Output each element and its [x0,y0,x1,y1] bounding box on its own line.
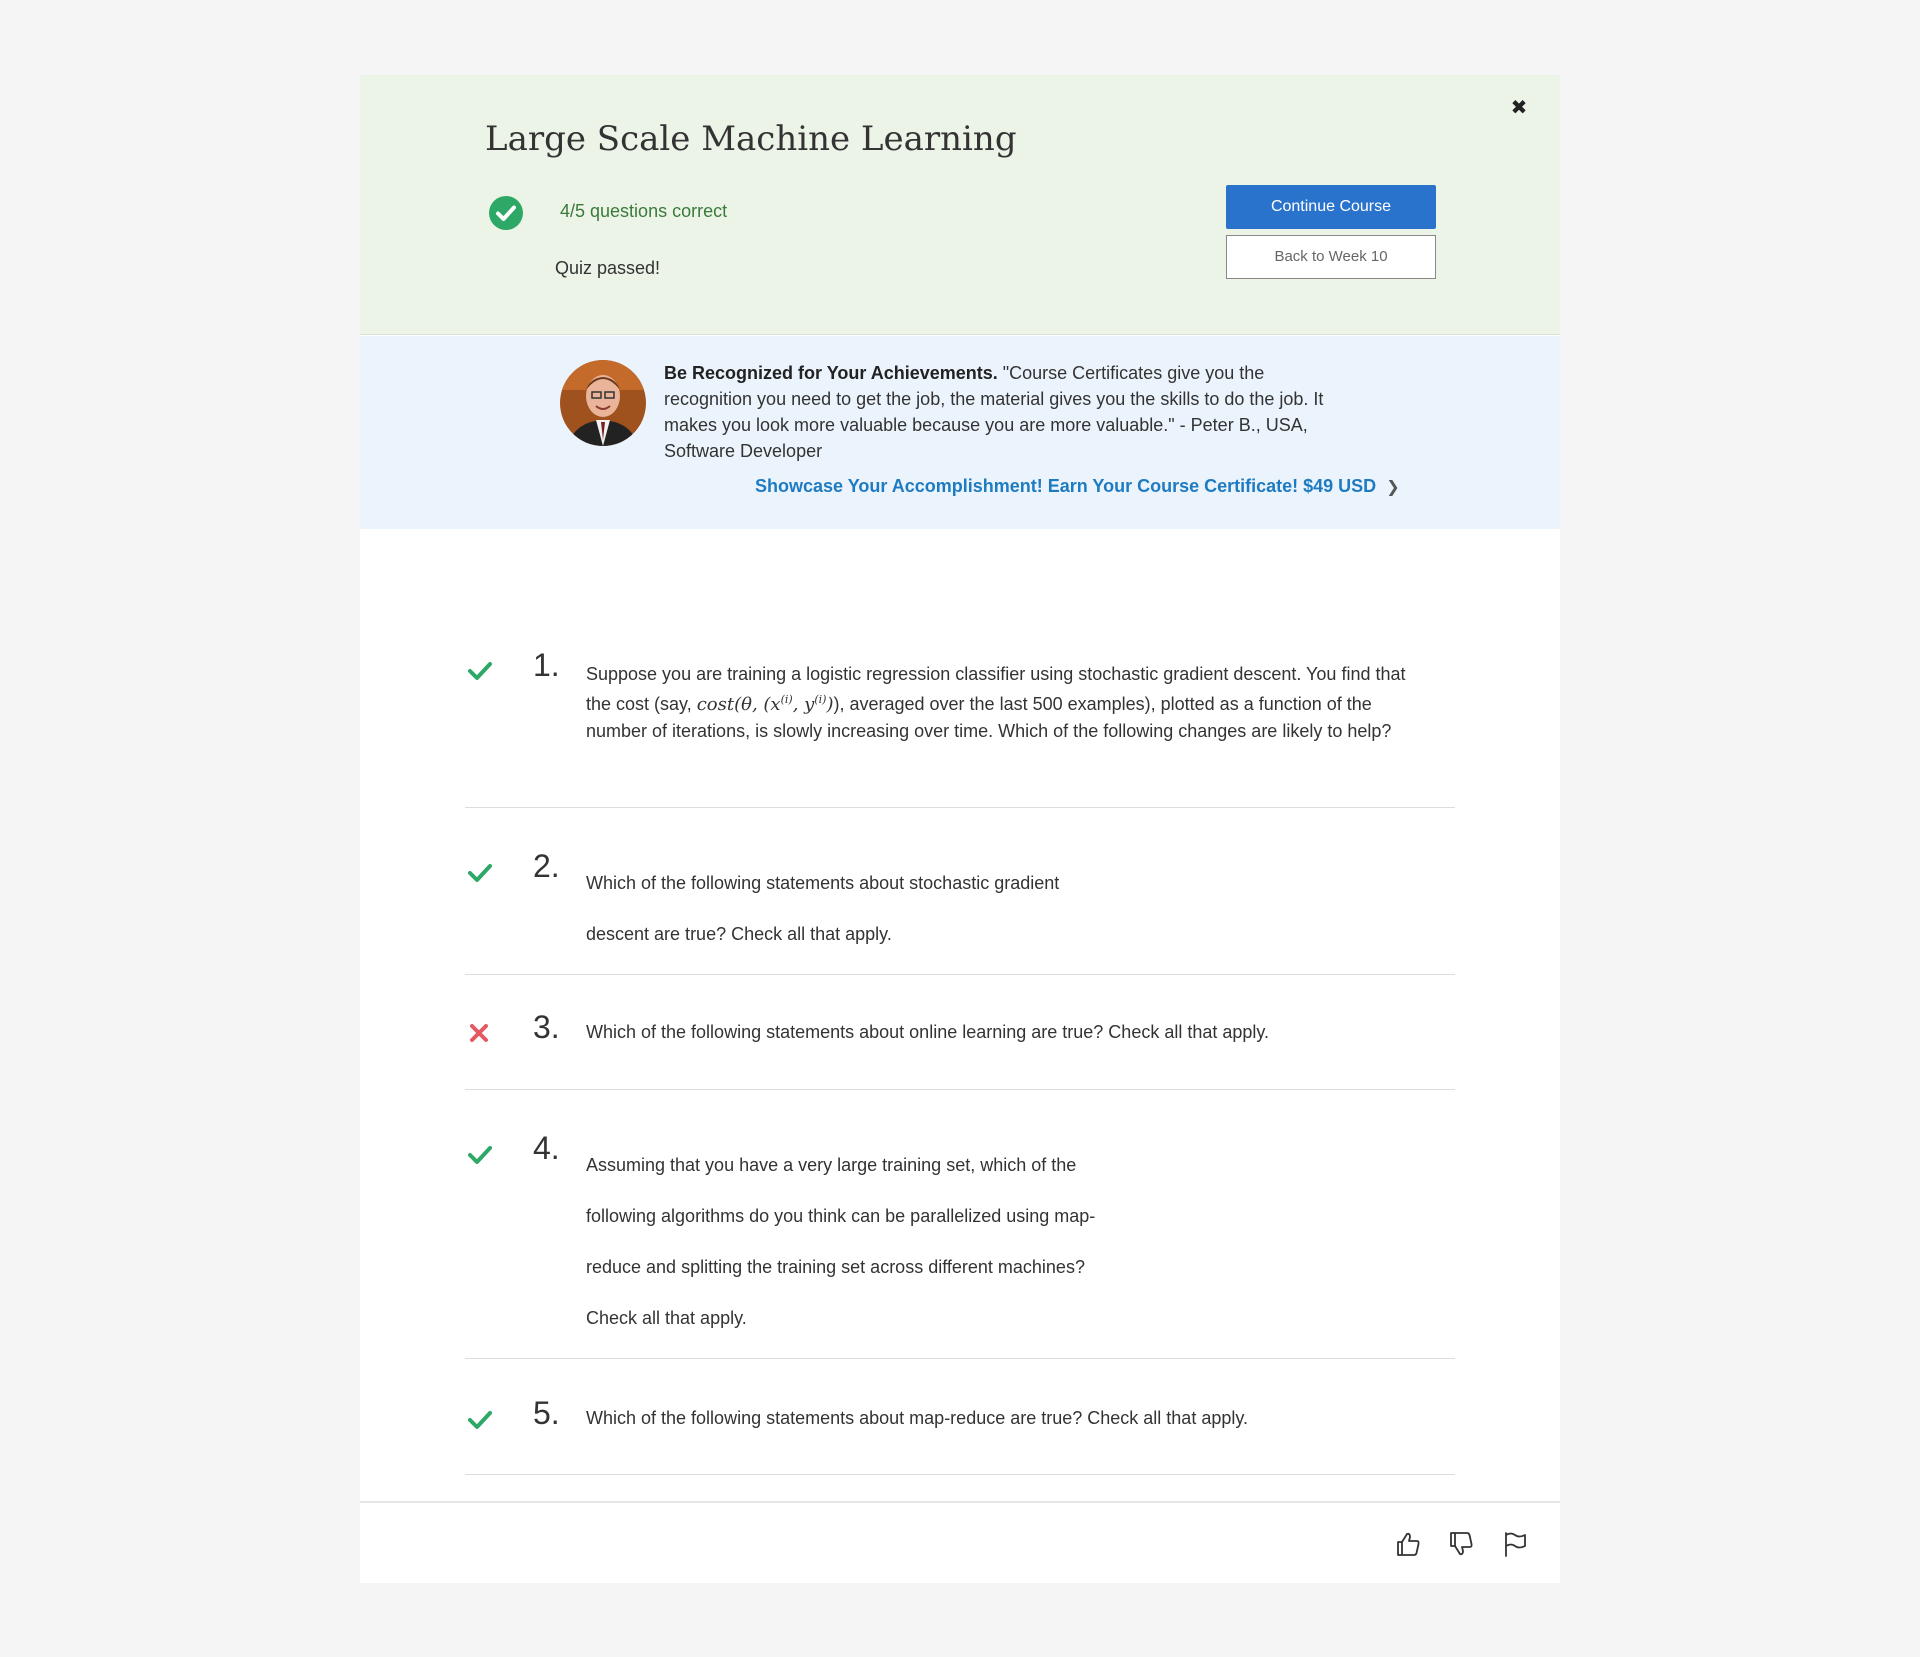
avatar [560,360,646,446]
question-number: 2. [533,848,560,884]
status-text: Quiz passed! [555,258,661,278]
question-number: 5. [533,1395,560,1431]
score-text: 4/5 questions correct [560,201,728,221]
chevron-right-icon: ❯ [1386,479,1400,496]
cross-icon [470,1024,488,1042]
page-title: Large Scale Machine Learning [485,119,1017,159]
testimonial-text: Be Recognized for Your Achievements. "Co… [664,360,1344,464]
checkmark-icon [468,662,492,680]
continue-course-button[interactable]: Continue Course [1226,185,1436,229]
results-header: ✖ Large Scale Machine Learning 4/5 quest… [360,75,1560,335]
question-number: 1. [533,647,560,683]
question-text: Which of the following statements about … [586,1022,1270,1042]
flag-icon[interactable] [1501,1530,1529,1558]
question-text: Suppose you are training a logistic regr… [586,661,1406,744]
quiz-results-card: ✖ Large Scale Machine Learning 4/5 quest… [360,75,1560,1583]
cost-formula: cost(θ, (x(i), y(i)) [696,693,834,715]
question-number: 4. [533,1130,560,1166]
thumbs-down-icon[interactable] [1447,1530,1475,1558]
question-text: Which of the following statements about … [586,873,1060,944]
close-icon[interactable]: ✖ [1508,97,1530,119]
testimonial-heading: Be Recognized for Your Achievements. [664,363,998,383]
question-item[interactable]: 1. Suppose you are training a logistic r… [465,570,1455,808]
question-number: 3. [533,1009,560,1045]
checkmark-icon [468,864,492,882]
thumbs-up-icon[interactable] [1394,1530,1422,1558]
question-list: 1. Suppose you are training a logistic r… [465,570,1455,1475]
earn-certificate-link[interactable]: Showcase Your Accomplishment! Earn Your … [755,476,1400,497]
checkmark-icon [468,1411,492,1429]
check-circle-icon [489,196,523,230]
checkmark-icon [468,1146,492,1164]
question-text: Assuming that you have a very large trai… [586,1155,1096,1328]
earn-certificate-label: Showcase Your Accomplishment! Earn Your … [755,476,1377,496]
back-to-week-button[interactable]: Back to Week 10 [1226,235,1436,279]
question-item[interactable]: 4. Assuming that you have a very large t… [465,1090,1455,1359]
question-item[interactable]: 5. Which of the following statements abo… [465,1359,1455,1475]
question-item[interactable]: 3. Which of the following statements abo… [465,975,1455,1090]
question-item[interactable]: 2. Which of the following statements abo… [465,808,1455,975]
question-text: Which of the following statements about … [586,1408,1249,1428]
feedback-bar [360,1501,1560,1583]
certificate-promo: Be Recognized for Your Achievements. "Co… [360,336,1560,529]
